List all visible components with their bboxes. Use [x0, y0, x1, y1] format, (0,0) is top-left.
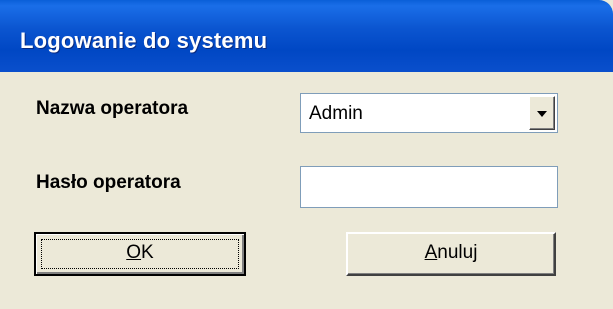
dropdown-button[interactable]: [529, 96, 555, 130]
chevron-down-icon: [537, 111, 547, 117]
ok-button[interactable]: OK: [34, 232, 246, 276]
login-dialog: Logowanie do systemu Nazwa operatora Adm…: [0, 0, 613, 309]
cancel-mnemonic: A: [424, 242, 438, 263]
ok-button-label: OK: [126, 242, 153, 263]
dialog-body: Nazwa operatora Admin Hasło operatora OK…: [0, 72, 613, 309]
cancel-button-label: Anuluj: [425, 242, 478, 263]
cancel-button[interactable]: Anuluj: [346, 232, 556, 276]
operator-name-value: Admin: [309, 103, 363, 124]
operator-name-combobox[interactable]: Admin: [300, 93, 558, 133]
ok-mnemonic: O: [126, 242, 142, 263]
operator-password-label: Hasło operatora: [36, 172, 181, 193]
operator-password-field[interactable]: [300, 166, 558, 208]
cancel-label-rest: nuluj: [437, 242, 478, 263]
title-bar[interactable]: Logowanie do systemu: [0, 0, 613, 72]
window-title: Logowanie do systemu: [20, 28, 268, 53]
ok-label-rest: K: [141, 242, 154, 263]
operator-name-label: Nazwa operatora: [36, 98, 189, 119]
